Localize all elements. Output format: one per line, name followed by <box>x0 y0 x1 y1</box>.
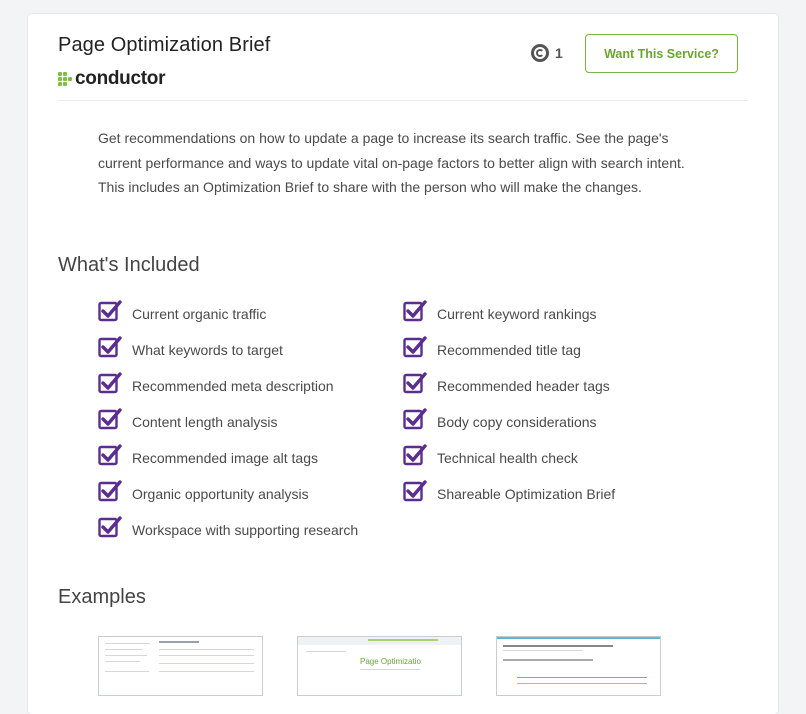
included-item: Content length analysis <box>98 408 278 434</box>
whats-included-heading: What's Included <box>58 254 200 276</box>
included-item-label: Recommended title tag <box>437 342 581 358</box>
checkbox-checked-icon <box>403 408 427 433</box>
checkbox-checked-icon <box>403 336 427 361</box>
checkbox-checked-icon <box>98 372 122 397</box>
service-card: Page Optimization Brief conductor 1 Want… <box>28 14 778 714</box>
included-item: Body copy considerations <box>403 408 597 434</box>
example-thumbnail-2[interactable]: Page Optimizatio <box>297 636 462 696</box>
included-item: Organic opportunity analysis <box>98 480 309 506</box>
included-item-label: Recommended meta description <box>132 378 334 394</box>
checkbox-checked-icon <box>403 372 427 397</box>
brand-logo: conductor <box>58 68 165 90</box>
included-item: Workspace with supporting research <box>98 516 359 542</box>
included-item-label: Recommended image alt tags <box>132 450 318 466</box>
credits-indicator: 1 <box>531 44 563 62</box>
brand-name: conductor <box>75 68 166 89</box>
included-item-label: Technical health check <box>437 450 578 466</box>
included-item-label: Current keyword rankings <box>437 306 597 322</box>
example-thumbnail-3[interactable] <box>496 636 661 696</box>
included-item: Recommended image alt tags <box>98 444 318 470</box>
service-description: Get recommendations on how to update a p… <box>98 130 685 195</box>
included-item: Current organic traffic <box>98 300 267 326</box>
example-thumbnail-1[interactable] <box>98 636 263 696</box>
conductor-logo-icon <box>58 72 72 86</box>
included-item: Shareable Optimization Brief <box>403 480 616 506</box>
checkbox-checked-icon <box>98 336 122 361</box>
header-divider <box>58 100 748 101</box>
checkbox-checked-icon <box>98 480 122 505</box>
checkbox-checked-icon <box>98 516 122 541</box>
checkbox-checked-icon <box>98 408 122 433</box>
included-item-label: Recommended header tags <box>437 378 610 394</box>
included-item: Current keyword rankings <box>403 300 597 326</box>
included-item: Recommended meta description <box>98 372 334 398</box>
included-item: Recommended header tags <box>403 372 610 398</box>
included-item: Technical health check <box>403 444 578 470</box>
checkbox-checked-icon <box>98 444 122 469</box>
checkbox-checked-icon <box>403 480 427 505</box>
credit-coin-icon <box>531 44 549 62</box>
checkbox-checked-icon <box>403 300 427 325</box>
examples-heading: Examples <box>58 586 146 608</box>
checkbox-checked-icon <box>403 444 427 469</box>
checkbox-checked-icon <box>98 300 122 325</box>
included-item-label: Shareable Optimization Brief <box>437 486 616 502</box>
included-item-label: What keywords to target <box>132 342 283 358</box>
included-item: What keywords to target <box>98 336 283 362</box>
included-item: Recommended title tag <box>403 336 581 362</box>
want-service-button[interactable]: Want This Service? <box>585 34 738 73</box>
page-title: Page Optimization Brief <box>58 34 271 56</box>
included-item-label: Organic opportunity analysis <box>132 486 309 502</box>
included-item-label: Workspace with supporting research <box>132 522 359 538</box>
included-item-label: Content length analysis <box>132 414 278 430</box>
example-2-heading: Page Optimizatio <box>360 657 421 666</box>
included-item-label: Current organic traffic <box>132 306 267 322</box>
included-item-label: Body copy considerations <box>437 414 597 430</box>
credit-count: 1 <box>555 45 563 61</box>
